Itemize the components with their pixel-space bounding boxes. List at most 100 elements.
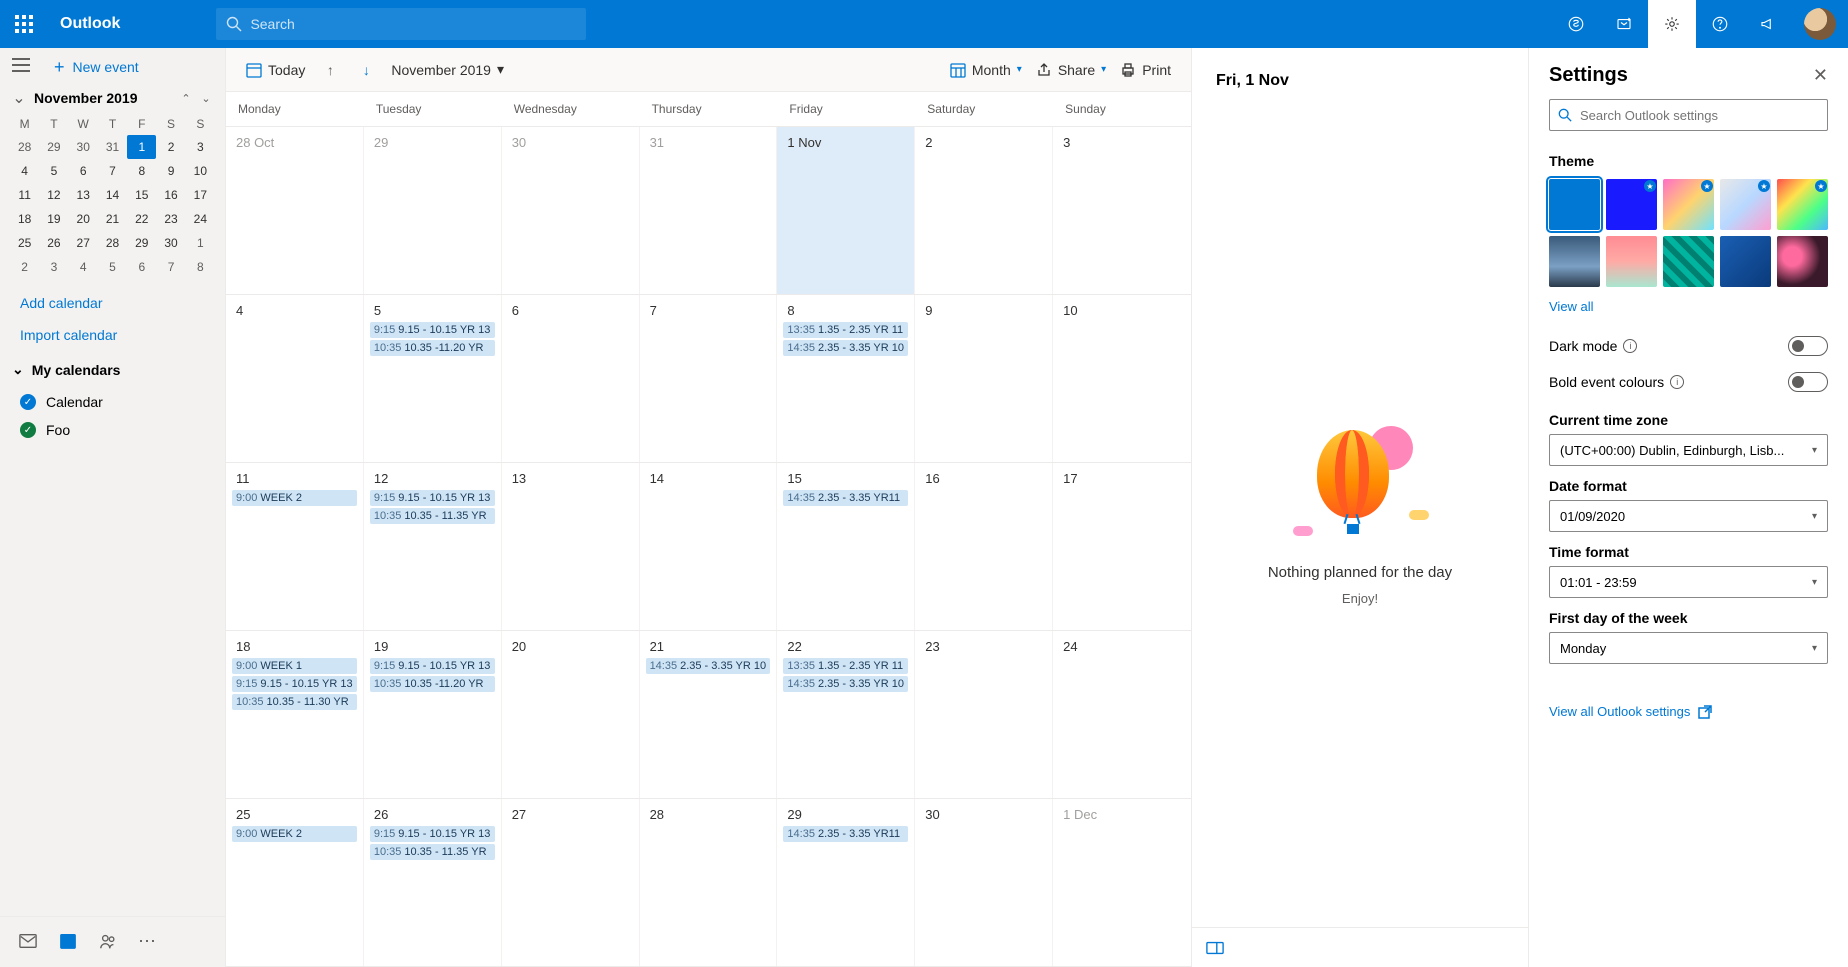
mini-day[interactable]: 2 — [10, 255, 39, 279]
mini-cal-next[interactable]: ⌄ — [197, 89, 215, 107]
day-cell[interactable]: 30 — [502, 127, 640, 294]
my-calendars-toggle[interactable]: ⌄ My calendars — [0, 351, 225, 388]
day-cell[interactable]: 129:159.15 - 10.15 YR 1310:3510.35 - 11.… — [364, 463, 502, 630]
day-cell[interactable]: 7 — [640, 295, 778, 462]
day-cell[interactable]: 189:00WEEK 19:159.15 - 10.15 YR 1310:351… — [226, 631, 364, 798]
people-module-button[interactable] — [90, 925, 126, 957]
day-cell[interactable]: 2914:352.35 - 3.35 YR11 — [777, 799, 915, 966]
skype-button[interactable] — [1552, 0, 1600, 48]
day-cell[interactable]: 259:00WEEK 2 — [226, 799, 364, 966]
notifications-button[interactable] — [1600, 0, 1648, 48]
calendar-checkbox[interactable] — [20, 422, 36, 438]
day-cell[interactable]: 1 Nov — [777, 127, 915, 294]
calendar-event[interactable]: 9:00WEEK 1 — [232, 658, 357, 674]
view-all-settings-link[interactable]: View all Outlook settings — [1529, 664, 1848, 723]
day-cell[interactable]: 4 — [226, 295, 364, 462]
theme-swatch[interactable]: ★ — [1777, 179, 1828, 230]
help-button[interactable] — [1696, 0, 1744, 48]
calendar-event[interactable]: 10:3510.35 -11.20 YR — [370, 340, 495, 356]
theme-swatch[interactable] — [1663, 236, 1714, 287]
mini-day[interactable]: 31 — [98, 135, 127, 159]
mini-day[interactable]: 24 — [186, 207, 215, 231]
mini-day[interactable]: 6 — [127, 255, 156, 279]
theme-swatch[interactable]: ★ — [1720, 179, 1771, 230]
theme-swatch[interactable]: ★ — [1606, 179, 1657, 230]
view-all-themes-link[interactable]: View all — [1529, 295, 1848, 328]
timezone-select[interactable]: (UTC+00:00) Dublin, Edinburgh, Lisb...▾ — [1549, 434, 1828, 466]
mini-day[interactable]: 2 — [156, 135, 185, 159]
day-cell[interactable]: 23 — [915, 631, 1053, 798]
day-cell[interactable]: 10 — [1053, 295, 1191, 462]
more-modules-button[interactable]: ⋯ — [130, 925, 166, 957]
mail-module-button[interactable] — [10, 925, 46, 957]
mini-day[interactable]: 21 — [98, 207, 127, 231]
today-button[interactable]: Today — [246, 62, 305, 78]
search-box[interactable] — [216, 8, 586, 40]
day-cell[interactable]: 28 — [640, 799, 778, 966]
close-settings-button[interactable]: ✕ — [1813, 65, 1828, 86]
mini-day[interactable]: 14 — [98, 183, 127, 207]
calendar-event[interactable]: 13:351.35 - 2.35 YR 11 — [783, 658, 908, 674]
day-cell[interactable]: 813:351.35 - 2.35 YR 1114:352.35 - 3.35 … — [777, 295, 915, 462]
mini-day[interactable]: 16 — [156, 183, 185, 207]
calendar-item[interactable]: Calendar — [0, 388, 225, 416]
day-cell[interactable]: 13 — [502, 463, 640, 630]
calendar-event[interactable]: 10:3510.35 - 11.35 YR — [370, 508, 495, 524]
info-icon[interactable]: i — [1623, 339, 1637, 353]
mini-day[interactable]: 19 — [39, 207, 68, 231]
day-cell[interactable]: 24 — [1053, 631, 1191, 798]
calendar-event[interactable]: 10:3510.35 - 11.30 YR — [232, 694, 357, 710]
calendar-event[interactable]: 14:352.35 - 3.35 YR 10 — [646, 658, 771, 674]
search-input[interactable] — [250, 16, 576, 32]
next-period-button[interactable]: ↓ — [355, 59, 377, 81]
calendar-event[interactable]: 13:351.35 - 2.35 YR 11 — [783, 322, 908, 338]
calendar-event[interactable]: 14:352.35 - 3.35 YR11 — [783, 826, 908, 842]
mini-day[interactable]: 20 — [69, 207, 98, 231]
period-picker[interactable]: November 2019 ▾ — [391, 61, 504, 78]
calendar-event[interactable]: 9:159.15 - 10.15 YR 13 — [232, 676, 357, 692]
mini-day[interactable]: 12 — [39, 183, 68, 207]
day-cell[interactable]: 31 — [640, 127, 778, 294]
day-cell[interactable]: 27 — [502, 799, 640, 966]
hamburger-icon[interactable] — [12, 58, 30, 75]
mini-day[interactable]: 28 — [10, 135, 39, 159]
calendar-item[interactable]: Foo — [0, 416, 225, 444]
mini-day[interactable]: 6 — [69, 159, 98, 183]
mini-day[interactable]: 29 — [39, 135, 68, 159]
calendar-checkbox[interactable] — [20, 394, 36, 410]
mini-day[interactable]: 29 — [127, 231, 156, 255]
day-cell[interactable]: 59:159.15 - 10.15 YR 1310:3510.35 -11.20… — [364, 295, 502, 462]
mini-day[interactable]: 23 — [156, 207, 185, 231]
mini-day[interactable]: 22 — [127, 207, 156, 231]
day-cell[interactable]: 199:159.15 - 10.15 YR 1310:3510.35 -11.2… — [364, 631, 502, 798]
calendar-event[interactable]: 9:159.15 - 10.15 YR 13 — [370, 322, 495, 338]
day-cell[interactable]: 30 — [915, 799, 1053, 966]
theme-swatch[interactable] — [1777, 236, 1828, 287]
info-icon[interactable]: i — [1670, 375, 1684, 389]
day-cell[interactable]: 3 — [1053, 127, 1191, 294]
time-format-select[interactable]: 01:01 - 23:59▾ — [1549, 566, 1828, 598]
mini-day[interactable]: 3 — [186, 135, 215, 159]
mini-day[interactable]: 8 — [127, 159, 156, 183]
agenda-toggle[interactable] — [1192, 927, 1528, 967]
mini-day[interactable]: 10 — [186, 159, 215, 183]
mini-day[interactable]: 18 — [10, 207, 39, 231]
calendar-event[interactable]: 10:3510.35 -11.20 YR — [370, 676, 495, 692]
mini-cal-prev[interactable]: ⌃ — [177, 89, 195, 107]
calendar-event[interactable]: 14:352.35 - 3.35 YR 10 — [783, 676, 908, 692]
mini-day[interactable]: 30 — [69, 135, 98, 159]
theme-swatch[interactable] — [1549, 236, 1600, 287]
day-cell[interactable]: 6 — [502, 295, 640, 462]
new-event-button[interactable]: New event — [73, 59, 139, 75]
mini-day[interactable]: 4 — [10, 159, 39, 183]
mini-day[interactable]: 9 — [156, 159, 185, 183]
share-button[interactable]: Share ▾ — [1036, 62, 1106, 78]
settings-search[interactable] — [1549, 99, 1828, 131]
mini-day[interactable]: 28 — [98, 231, 127, 255]
day-cell[interactable]: 29 — [364, 127, 502, 294]
calendar-event[interactable]: 9:159.15 - 10.15 YR 13 — [370, 658, 495, 674]
mini-day[interactable]: 5 — [39, 159, 68, 183]
bold-colours-toggle[interactable] — [1788, 372, 1828, 392]
megaphone-button[interactable] — [1744, 0, 1792, 48]
day-cell[interactable]: 1514:352.35 - 3.35 YR11 — [777, 463, 915, 630]
